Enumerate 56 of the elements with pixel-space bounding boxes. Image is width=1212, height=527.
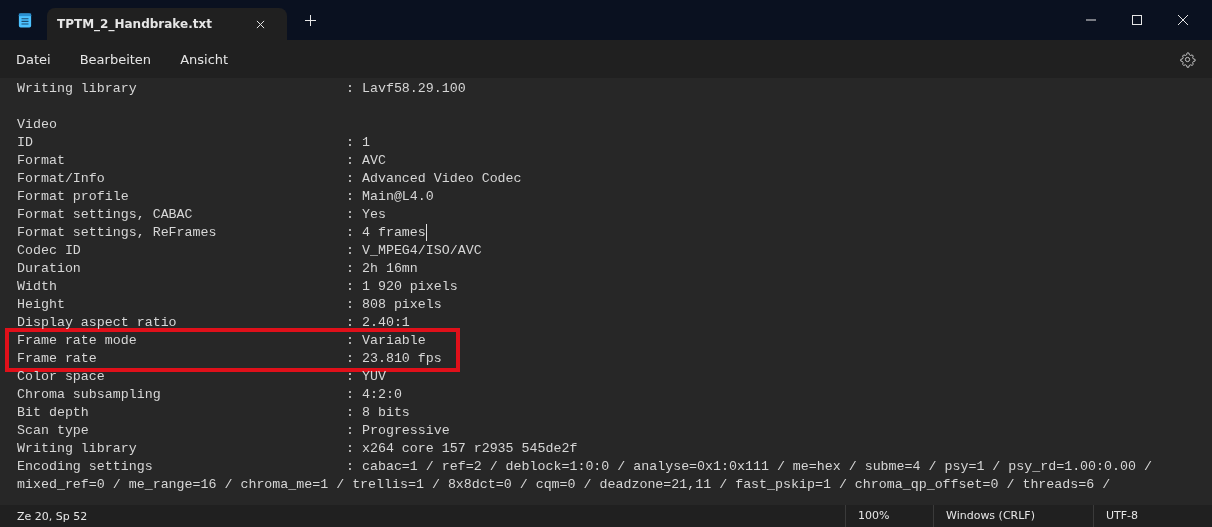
field-value: : Lavf58.29.100 — [346, 80, 466, 98]
field-label: Writing library — [17, 80, 138, 98]
field-value: : 808 pixels — [346, 296, 442, 314]
field-value: : 23.810 fps — [346, 350, 442, 368]
menu-item[interactable]: Ansicht — [180, 51, 229, 67]
settings-icon[interactable] — [1179, 50, 1196, 68]
field-label: Codec ID — [17, 242, 82, 260]
field-label: Encoding settings — [17, 458, 154, 476]
close-icon[interactable] — [1178, 15, 1188, 25]
field-label: Width — [17, 278, 58, 296]
field-value: : 4 frames — [346, 224, 426, 242]
field-label: Scan type — [17, 422, 90, 440]
field-label: Height — [17, 296, 66, 314]
field-value: : 1 — [346, 134, 370, 152]
field-label: Chroma subsampling — [17, 386, 162, 404]
field-label: Display aspect ratio — [17, 314, 178, 332]
zoom-level: 100% — [845, 505, 933, 527]
close-icon[interactable] — [256, 19, 265, 29]
field-label: Format settings, ReFrames — [17, 224, 218, 242]
field-value: : 1 920 pixels — [346, 278, 458, 296]
field-value: : Main@L4.0 — [346, 188, 434, 206]
field-value: : x264 core 157 r2935 545de2f — [346, 440, 578, 458]
text-line: mixed_ref=0 / me_range=16 / chroma_me=1 / trellis=1 / 8x8dct=0 / cqm=0 / deadzone=21,11 / fast_pskip=1 / chroma_qp_offset=0 / threads=6 / — [17, 476, 1111, 494]
field-value: : 4:2:0 — [346, 386, 402, 404]
line-ending: Windows (CRLF) — [933, 505, 1093, 527]
field-value: : V_MPEG4/ISO/AVC — [346, 242, 482, 260]
field-label: Format — [17, 152, 66, 170]
menu-item[interactable]: Datei — [16, 51, 51, 67]
encoding: UTF-8 — [1093, 505, 1212, 527]
field-label: ID — [17, 134, 34, 152]
field-label: Frame rate — [17, 350, 98, 368]
field-value: : YUV — [346, 368, 386, 386]
field-value: : 2.40:1 — [346, 314, 410, 332]
field-value: : cabac=1 / ref=2 / deblock=1:0:0 / analyse=0x1:0x111 / me=hex / subme=4 / psy=1 / psy_rd=1.00:0.00 / — [346, 458, 1152, 476]
field-label: Format/Info — [17, 170, 106, 188]
field-value: : Advanced Video Codec — [346, 170, 522, 188]
field-value: : Variable — [346, 332, 426, 350]
field-value: : Progressive — [346, 422, 450, 440]
notepad-icon — [18, 11, 32, 29]
field-label: Frame rate mode — [17, 332, 138, 350]
field-value: : AVC — [346, 152, 386, 170]
field-label: Format settings, CABAC — [17, 206, 194, 224]
file-tab[interactable]: TPTM_2_Handbrake.txt — [47, 8, 287, 40]
add-icon[interactable] — [305, 14, 316, 26]
field-label: Color space — [17, 368, 106, 386]
field-label: Duration — [17, 260, 82, 278]
field-label: Bit depth — [17, 404, 90, 422]
cursor-position: Ze 20, Sp 52 — [17, 509, 88, 523]
maximize-icon[interactable] — [1132, 15, 1142, 25]
text-line: Video — [17, 116, 57, 134]
field-value: : Yes — [346, 206, 386, 224]
field-label: Writing library — [17, 440, 138, 458]
menu-item[interactable]: Bearbeiten — [79, 51, 152, 67]
field-value: : 8 bits — [346, 404, 410, 422]
field-label: Format profile — [17, 188, 130, 206]
field-value: : 2h 16mn — [346, 260, 418, 278]
